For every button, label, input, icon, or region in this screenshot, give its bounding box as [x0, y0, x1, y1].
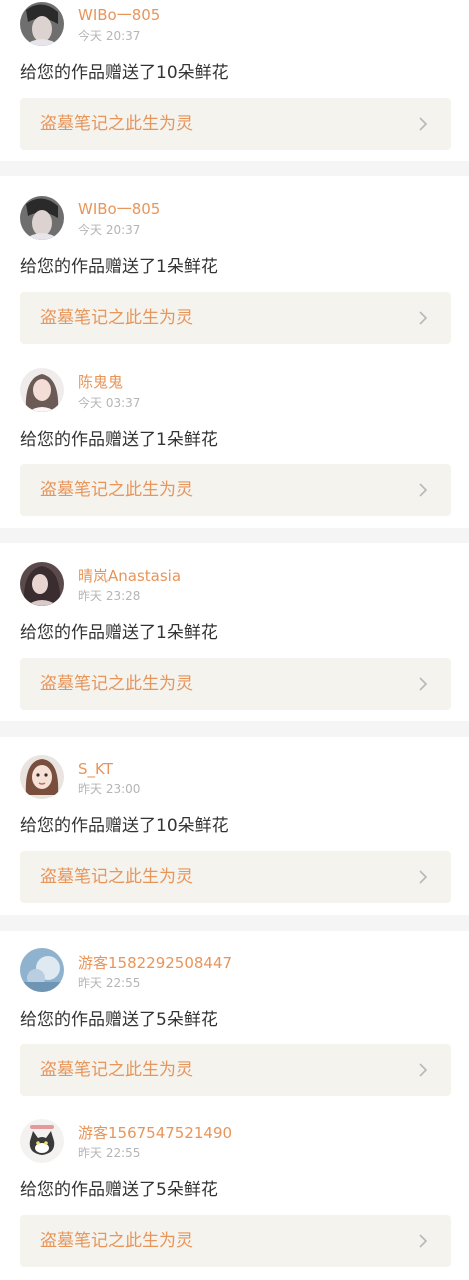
- timestamp: 昨天 22:55: [78, 1146, 141, 1160]
- username[interactable]: S_KT: [78, 760, 113, 778]
- chevron-right-icon: [419, 677, 428, 691]
- chevron-right-icon: [419, 1234, 428, 1248]
- username[interactable]: 陈鬼鬼: [78, 373, 123, 391]
- avatar-cat-icon: [20, 1119, 64, 1163]
- gift-message: 给您的作品赠送了1朵鲜花: [20, 257, 218, 277]
- notification-item: 陈鬼鬼 今天 03:37 给您的作品赠送了1朵鲜花 盗墓笔记之此生为灵: [0, 354, 469, 528]
- timestamp: 今天 20:37: [78, 223, 141, 237]
- username[interactable]: WIBo一805: [78, 6, 160, 24]
- chevron-right-icon: [419, 1063, 428, 1077]
- timestamp: 今天 20:37: [78, 29, 141, 43]
- gift-message: 给您的作品赠送了10朵鲜花: [20, 63, 229, 83]
- notification-item: S_KT 昨天 23:00 给您的作品赠送了10朵鲜花 盗墓笔记之此生为灵: [0, 737, 469, 915]
- work-title: 盗墓笔记之此生为灵: [40, 114, 193, 134]
- chevron-right-icon: [419, 870, 428, 884]
- avatar-girl-dark-icon: [20, 562, 64, 606]
- gift-message: 给您的作品赠送了1朵鲜花: [20, 623, 218, 643]
- work-title: 盗墓笔记之此生为灵: [40, 308, 193, 328]
- work-link-button[interactable]: 盗墓笔记之此生为灵: [20, 658, 451, 710]
- avatar-male-gray-icon: [20, 2, 64, 46]
- avatar[interactable]: [20, 1119, 64, 1163]
- avatar-girl-light-icon: [20, 368, 64, 412]
- avatar-blue-blur-icon: [20, 948, 64, 992]
- work-title: 盗墓笔记之此生为灵: [40, 867, 193, 887]
- timestamp: 今天 03:37: [78, 396, 141, 410]
- work-title: 盗墓笔记之此生为灵: [40, 480, 193, 500]
- avatar[interactable]: [20, 196, 64, 240]
- gift-message: 给您的作品赠送了5朵鲜花: [20, 1180, 218, 1200]
- chevron-right-icon: [419, 117, 428, 131]
- username[interactable]: 晴岚Anastasia: [78, 567, 181, 585]
- chevron-right-icon: [419, 311, 428, 325]
- work-link-button[interactable]: 盗墓笔记之此生为灵: [20, 98, 451, 150]
- avatar[interactable]: [20, 2, 64, 46]
- avatar[interactable]: [20, 368, 64, 412]
- username[interactable]: WIBo一805: [78, 200, 160, 218]
- username[interactable]: 游客1567547521490: [78, 1124, 232, 1142]
- avatar[interactable]: [20, 948, 64, 992]
- timestamp: 昨天 22:55: [78, 976, 141, 990]
- work-title: 盗墓笔记之此生为灵: [40, 1060, 193, 1080]
- avatar-doll-icon: [20, 755, 64, 799]
- gift-message: 给您的作品赠送了1朵鲜花: [20, 430, 218, 450]
- notification-item: 游客1567547521490 昨天 22:55 给您的作品赠送了5朵鲜花 盗墓…: [0, 1107, 469, 1280]
- notification-item: 游客1582292508447 昨天 22:55 给您的作品赠送了5朵鲜花 盗墓…: [0, 931, 469, 1107]
- username[interactable]: 游客1582292508447: [78, 954, 232, 972]
- timestamp: 昨天 23:28: [78, 589, 141, 603]
- work-link-button[interactable]: 盗墓笔记之此生为灵: [20, 851, 451, 903]
- notification-item: 晴岚Anastasia 昨天 23:28 给您的作品赠送了1朵鲜花 盗墓笔记之此…: [0, 543, 469, 721]
- avatar-male-gray-icon: [20, 196, 64, 240]
- chevron-right-icon: [419, 483, 428, 497]
- work-link-button[interactable]: 盗墓笔记之此生为灵: [20, 1044, 451, 1096]
- work-link-button[interactable]: 盗墓笔记之此生为灵: [20, 292, 451, 344]
- notification-item: WIBo一805 今天 20:37 给您的作品赠送了10朵鲜花 盗墓笔记之此生为…: [0, 0, 469, 161]
- work-title: 盗墓笔记之此生为灵: [40, 674, 193, 694]
- gift-message: 给您的作品赠送了10朵鲜花: [20, 816, 229, 836]
- work-link-button[interactable]: 盗墓笔记之此生为灵: [20, 1215, 451, 1267]
- notification-item: WIBo一805 今天 20:37 给您的作品赠送了1朵鲜花 盗墓笔记之此生为灵: [0, 176, 469, 354]
- work-title: 盗墓笔记之此生为灵: [40, 1231, 193, 1251]
- avatar[interactable]: [20, 562, 64, 606]
- avatar[interactable]: [20, 755, 64, 799]
- timestamp: 昨天 23:00: [78, 782, 141, 796]
- work-link-button[interactable]: 盗墓笔记之此生为灵: [20, 464, 451, 516]
- gift-message: 给您的作品赠送了5朵鲜花: [20, 1010, 218, 1030]
